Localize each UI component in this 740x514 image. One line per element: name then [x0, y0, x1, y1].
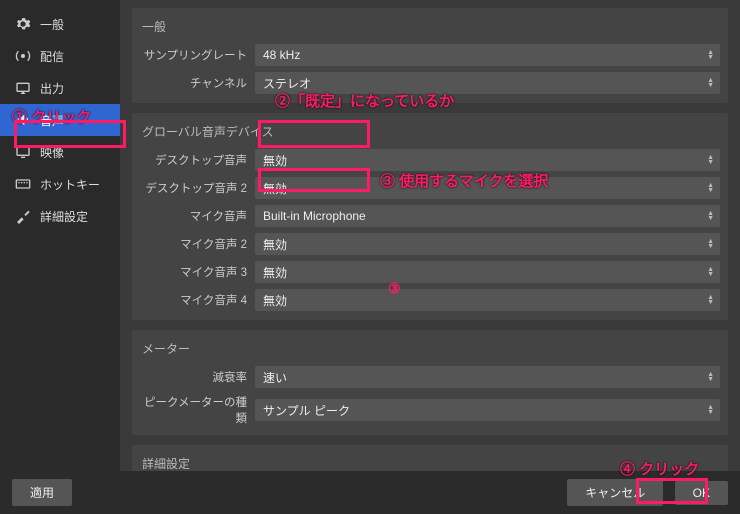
speaker-icon	[14, 111, 32, 129]
decay-rate-label: 減衰率	[140, 369, 255, 385]
chevron-updown-icon: ▲▼	[707, 155, 714, 165]
section-title: 一般	[132, 14, 728, 41]
sidebar-item-video[interactable]: 映像	[0, 136, 120, 168]
peak-meter-label: ピークメーターの種類	[140, 394, 255, 426]
sidebar-item-hotkeys[interactable]: ホットキー	[0, 168, 120, 200]
section-title: メーター	[132, 336, 728, 363]
tools-icon	[14, 207, 32, 225]
sample-rate-label: サンプリングレート	[140, 47, 255, 63]
mic-audio-3-label: マイク音声 3	[140, 264, 255, 280]
section-title: グローバル音声デバイス	[132, 119, 728, 146]
sidebar-item-label: 音声	[40, 112, 64, 129]
apply-button[interactable]: 適用	[12, 479, 72, 506]
mic-audio-4-select[interactable]: 無効▲▼	[255, 289, 720, 311]
sidebar-item-label: 出力	[40, 80, 64, 97]
monitor-icon	[14, 143, 32, 161]
broadcast-icon	[14, 47, 32, 65]
sidebar-item-label: 映像	[40, 144, 64, 161]
mic-audio-2-label: マイク音声 2	[140, 236, 255, 252]
output-icon	[14, 79, 32, 97]
chevron-updown-icon: ▲▼	[707, 239, 714, 249]
section-general: 一般 サンプリングレート 48 kHz▲▼ チャンネル ステレオ▲▼	[132, 8, 728, 103]
settings-content: 一般 サンプリングレート 48 kHz▲▼ チャンネル ステレオ▲▼ グローバル…	[120, 0, 740, 471]
sidebar-item-label: 一般	[40, 16, 64, 33]
section-global-audio: グローバル音声デバイス デスクトップ音声 無効▲▼ デスクトップ音声 2 無効▲…	[132, 113, 728, 320]
sidebar-item-label: ホットキー	[40, 176, 100, 193]
sidebar-item-audio[interactable]: 音声	[0, 104, 120, 136]
chevron-updown-icon: ▲▼	[707, 50, 714, 60]
desktop-audio-2-label: デスクトップ音声 2	[140, 180, 255, 196]
decay-rate-select[interactable]: 速い▲▼	[255, 366, 720, 388]
chevron-updown-icon: ▲▼	[707, 211, 714, 221]
desktop-audio-1-select[interactable]: 無効▲▼	[255, 149, 720, 171]
sidebar: 一般 配信 出力 音声 映像 ホットキー	[0, 0, 120, 471]
cancel-button[interactable]: キャンセル	[567, 479, 663, 506]
desktop-audio-2-select[interactable]: 無効▲▼	[255, 177, 720, 199]
channel-label: チャンネル	[140, 75, 255, 91]
section-meter: メーター 減衰率 速い▲▼ ピークメーターの種類 サンプル ピーク▲▼	[132, 330, 728, 435]
footer: 適用 キャンセル OK	[0, 471, 740, 514]
keyboard-icon	[14, 175, 32, 193]
sidebar-item-stream[interactable]: 配信	[0, 40, 120, 72]
sidebar-item-output[interactable]: 出力	[0, 72, 120, 104]
chevron-updown-icon: ▲▼	[707, 183, 714, 193]
chevron-updown-icon: ▲▼	[707, 295, 714, 305]
chevron-updown-icon: ▲▼	[707, 372, 714, 382]
mic-audio-1-label: マイク音声	[140, 208, 255, 224]
section-title: 詳細設定	[132, 451, 728, 471]
mic-audio-3-select[interactable]: 無効▲▼	[255, 261, 720, 283]
mic-audio-1-select[interactable]: Built-in Microphone▲▼	[255, 205, 720, 227]
channel-select[interactable]: ステレオ▲▼	[255, 72, 720, 94]
sidebar-item-label: 配信	[40, 48, 64, 65]
chevron-updown-icon: ▲▼	[707, 267, 714, 277]
chevron-updown-icon: ▲▼	[707, 405, 714, 415]
peak-meter-select[interactable]: サンプル ピーク▲▼	[255, 399, 720, 421]
sample-rate-select[interactable]: 48 kHz▲▼	[255, 44, 720, 66]
mic-audio-4-label: マイク音声 4	[140, 292, 255, 308]
sidebar-item-general[interactable]: 一般	[0, 8, 120, 40]
sidebar-item-advanced[interactable]: 詳細設定	[0, 200, 120, 232]
sidebar-item-label: 詳細設定	[40, 208, 88, 225]
ok-button[interactable]: OK	[675, 481, 728, 505]
mic-audio-2-select[interactable]: 無効▲▼	[255, 233, 720, 255]
chevron-updown-icon: ▲▼	[707, 78, 714, 88]
gear-icon	[14, 15, 32, 33]
section-advanced: 詳細設定 モニタリングデバイス 既定▲▼	[132, 445, 728, 471]
desktop-audio-1-label: デスクトップ音声	[140, 152, 255, 168]
